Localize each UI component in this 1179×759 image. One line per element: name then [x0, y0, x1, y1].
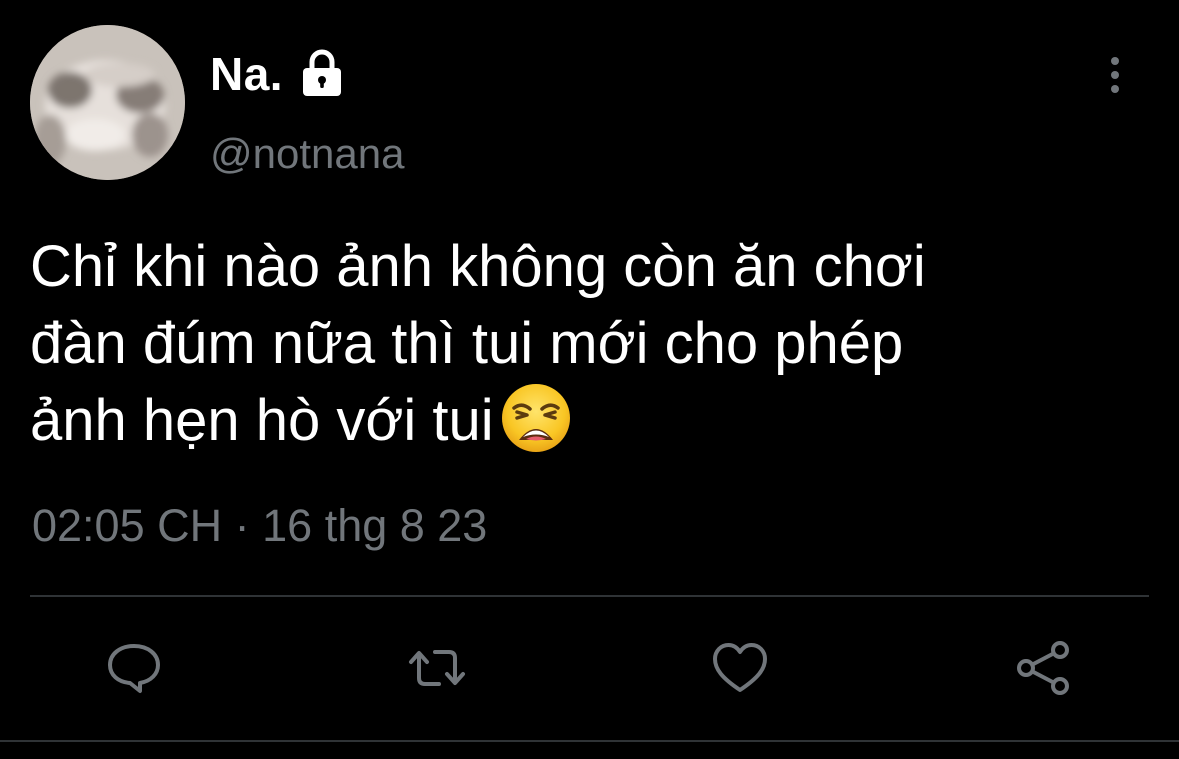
heart-icon — [713, 643, 767, 692]
weary-face-emoji-icon — [500, 382, 572, 454]
retweet-icon — [409, 650, 465, 686]
display-name[interactable]: Na. — [210, 47, 283, 101]
tweet-timestamp[interactable]: 02:05 CH · 16 thg 8 23 — [32, 500, 487, 552]
timestamp-separator: · — [234, 500, 250, 551]
tweet-date: 16 thg 8 23 — [262, 500, 488, 551]
reply-button[interactable] — [104, 638, 164, 698]
share-button[interactable] — [1013, 638, 1073, 698]
share-icon — [1017, 641, 1069, 695]
retweet-button[interactable] — [407, 638, 467, 698]
tweet-text-line-2: đàn đúm nữa thì tui mới cho phép — [30, 311, 904, 376]
divider — [30, 595, 1149, 597]
lock-icon — [295, 47, 349, 101]
reply-icon — [108, 644, 160, 693]
cat-photo-avatar-icon — [30, 25, 185, 180]
bottom-divider — [0, 740, 1179, 742]
author-handle[interactable]: @notnana — [210, 130, 404, 178]
tweet-text-line-1: Chỉ khi nào ảnh không còn ăn chơi — [30, 234, 926, 299]
tweet-time: 02:05 CH — [32, 500, 223, 551]
tweet-text-line-3: ảnh hẹn hò với tui — [30, 388, 494, 453]
like-button[interactable] — [710, 638, 770, 698]
avatar[interactable] — [30, 25, 185, 180]
tweet-text: Chỉ khi nào ảnh không còn ăn chơi đàn đú… — [30, 228, 1140, 459]
tweet-card: Na. @notnana Chỉ khi nào ảnh không còn ă… — [0, 0, 1179, 759]
author-name-row: Na. — [210, 44, 349, 104]
more-vertical-icon[interactable] — [1100, 52, 1130, 98]
